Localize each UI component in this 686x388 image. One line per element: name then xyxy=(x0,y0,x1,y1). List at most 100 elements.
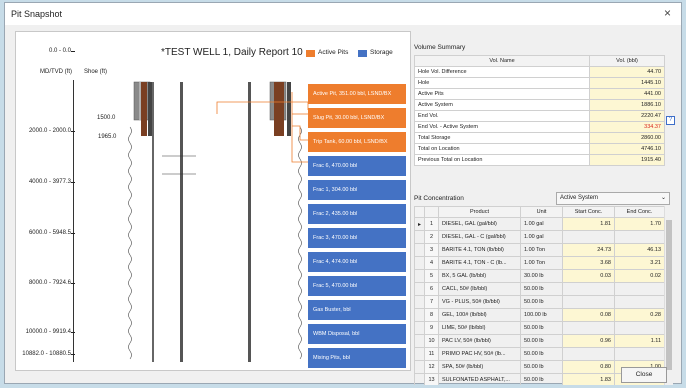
unit-cell: 100.00 lb xyxy=(520,308,563,322)
end-conc-cell: 1.11 xyxy=(614,334,665,348)
row-indicator xyxy=(414,360,425,374)
concentration-row[interactable]: 3 BARITE 4.1, TON (lb/bbl) 1.00 Ton 24.73 46… xyxy=(414,243,665,257)
schematic-title: *TEST WELL 1, Daily Report 10 xyxy=(161,47,303,58)
pit-button[interactable]: Frac 4, 474.00 bbl xyxy=(308,252,406,272)
depth-label: 4000.0 - 3977.3 xyxy=(28,179,71,185)
row-indicator xyxy=(414,308,425,322)
volume-summary-table: Vol. Name Vol. (bbl) Hole Vol. Differenc… xyxy=(414,55,665,166)
volume-summary-title: Volume Summary xyxy=(414,44,466,51)
pit-button[interactable]: Slug Pit, 30.00 bbl, LSND/BX xyxy=(308,108,406,128)
vertical-scrollbar[interactable] xyxy=(664,206,673,385)
volume-name-cell: Active System xyxy=(414,99,590,111)
depth-tick xyxy=(71,182,75,183)
product-cell: PAC LV, 50# (lb/bbl) xyxy=(438,334,521,348)
wellbore-drawing xyxy=(128,81,309,362)
pit-concentration-selected: Active System xyxy=(560,195,599,201)
volume-row[interactable]: End Vol. - Active System 334.37 xyxy=(414,121,665,133)
volume-value-cell: 441.00 xyxy=(589,88,665,100)
row-number-cell: 12 xyxy=(424,360,439,374)
concentration-row[interactable]: 8 GEL, 100# (lb/bbl) 100.00 lb 0.08 0.28 xyxy=(414,308,665,322)
start-conc-cell xyxy=(562,295,615,309)
volume-name-cell: Previous Total on Location xyxy=(414,154,590,166)
volume-row[interactable]: End Vol. 2220.47 xyxy=(414,110,665,122)
scrollbar-thumb[interactable] xyxy=(666,220,672,370)
col-product[interactable]: Product xyxy=(438,206,521,218)
chevron-down-icon: ⌄ xyxy=(660,195,666,201)
volume-value-cell: 4746.10 xyxy=(589,143,665,155)
col-unit[interactable]: Unit xyxy=(520,206,563,218)
unit-cell: 50.00 lb xyxy=(520,360,563,374)
volume-row[interactable]: Active Pits 441.00 xyxy=(414,88,665,100)
col-start-conc[interactable]: Start Conc. xyxy=(562,206,615,218)
pit-button[interactable]: Frac 5, 470.00 bbl xyxy=(308,276,406,296)
end-conc-cell: 1.70 xyxy=(614,217,665,231)
product-cell: DIESEL, GAL (gal/bbl) xyxy=(438,217,521,231)
row-number-cell: 1 xyxy=(424,217,439,231)
concentration-row[interactable]: 7 VG - PLUS, 50# (lb/bbl) 50.00 lb xyxy=(414,295,665,309)
row-number-cell: 2 xyxy=(424,230,439,244)
volume-name-cell: Hole xyxy=(414,77,590,89)
close-button[interactable]: Close xyxy=(621,367,667,383)
unit-cell: 50.00 lb xyxy=(520,373,563,385)
concentration-row[interactable]: 5 BX, 5 GAL (lb/bbl) 30.00 lb 0.03 0.02 xyxy=(414,269,665,283)
pit-button[interactable]: Frac 2, 435.00 bbl xyxy=(308,204,406,224)
unit-cell: 1.00 Ton xyxy=(520,256,563,270)
row-number-cell: 4 xyxy=(424,256,439,270)
concentration-row[interactable]: 2 DIESEL, GAL - C (gal/bbl) 1.00 gal xyxy=(414,230,665,244)
product-cell: CACL, 50# (lb/bbl) xyxy=(438,282,521,296)
depth-tick xyxy=(71,233,75,234)
title-bar: Pit Snapshot × xyxy=(5,3,681,25)
start-conc-cell: 24.73 xyxy=(562,243,615,257)
volume-row[interactable]: Active System 1886.10 xyxy=(414,99,665,111)
concentration-row[interactable]: 4 BARITE 4.1, TON - C (lb... 1.00 Ton 3.68 3… xyxy=(414,256,665,270)
depth-label: 6000.0 - 5948.5 xyxy=(28,230,71,236)
pit-button[interactable]: Frac 1, 304.00 bbl xyxy=(308,180,406,200)
volume-value-cell: 1915.40 xyxy=(589,154,665,166)
product-cell: BX, 5 GAL (lb/bbl) xyxy=(438,269,521,283)
unit-cell: 50.00 lb xyxy=(520,334,563,348)
pit-button[interactable]: Frac 6, 470.00 bbl xyxy=(308,156,406,176)
end-conc-cell: 0.02 xyxy=(614,269,665,283)
start-conc-cell: 0.08 xyxy=(562,308,615,322)
volume-value-cell: 2220.47 xyxy=(589,110,665,122)
volume-row[interactable]: Previous Total on Location 1915.40 xyxy=(414,154,665,166)
product-cell: VG - PLUS, 50# (lb/bbl) xyxy=(438,295,521,309)
volume-value-cell: 2860.00 xyxy=(589,132,665,144)
legend-active-label: Active Pits xyxy=(318,49,349,56)
close-icon[interactable]: × xyxy=(664,6,671,20)
depth-tick xyxy=(71,131,75,132)
end-conc-cell xyxy=(614,347,665,361)
product-cell: BARITE 4.1, TON - C (lb... xyxy=(438,256,521,270)
start-conc-cell: 0.80 xyxy=(562,360,615,374)
volume-row[interactable]: Total Storage 2860.00 xyxy=(414,132,665,144)
concentration-row[interactable]: 11 PRIMO PAC HV, 50# (lb... 50.00 lb xyxy=(414,347,665,361)
pit-button[interactable]: Frac 3, 470.00 bbl xyxy=(308,228,406,248)
window-title: Pit Snapshot xyxy=(11,9,63,19)
unit-cell: 1.00 gal xyxy=(520,217,563,231)
pit-button[interactable]: WBM Disposal, bbl xyxy=(308,324,406,344)
pit-button[interactable]: Trip Tank, 60.00 bbl, LSND/BX xyxy=(308,132,406,152)
col-end-conc[interactable]: End Conc. xyxy=(614,206,665,218)
row-number-cell: 7 xyxy=(424,295,439,309)
pit-button[interactable]: Gas Buster, bbl xyxy=(308,300,406,320)
unit-cell: 50.00 lb xyxy=(520,347,563,361)
row-indicator xyxy=(414,321,425,335)
pit-concentration-select[interactable]: Active System ⌄ xyxy=(556,192,670,205)
volume-row[interactable]: Total on Location 4746.10 xyxy=(414,143,665,155)
volume-row[interactable]: Hole Vol. Difference 44.70 xyxy=(414,66,665,78)
pit-button[interactable]: Mixing Pits, bbl xyxy=(308,348,406,368)
row-indicator xyxy=(414,334,425,348)
concentration-row[interactable]: ▸ 1 DIESEL, GAL (gal/bbl) 1.00 gal 1.81 1.70 xyxy=(414,217,665,231)
pit-snapshot-dialog: Pit Snapshot × *TEST WELL 1, Daily Repor… xyxy=(4,2,682,385)
pit-button[interactable]: Active Pit, 351.00 bbl, LSND/BX xyxy=(308,84,406,104)
concentration-row[interactable]: 10 PAC LV, 50# (lb/bbl) 50.00 lb 0.96 1.11 xyxy=(414,334,665,348)
row-indicator xyxy=(414,269,425,283)
help-icon[interactable]: ? xyxy=(666,116,675,125)
concentration-row[interactable]: 9 LIME, 50# (lb/bbl) 50.00 lb xyxy=(414,321,665,335)
col-vol-name[interactable]: Vol. Name xyxy=(414,55,590,67)
col-vol-bbl[interactable]: Vol. (bbl) xyxy=(589,55,665,67)
volume-row[interactable]: Hole 1445.10 xyxy=(414,77,665,89)
concentration-row[interactable]: 6 CACL, 50# (lb/bbl) 50.00 lb xyxy=(414,282,665,296)
row-indicator xyxy=(414,282,425,296)
volume-value-cell: 44.70 xyxy=(589,66,665,78)
